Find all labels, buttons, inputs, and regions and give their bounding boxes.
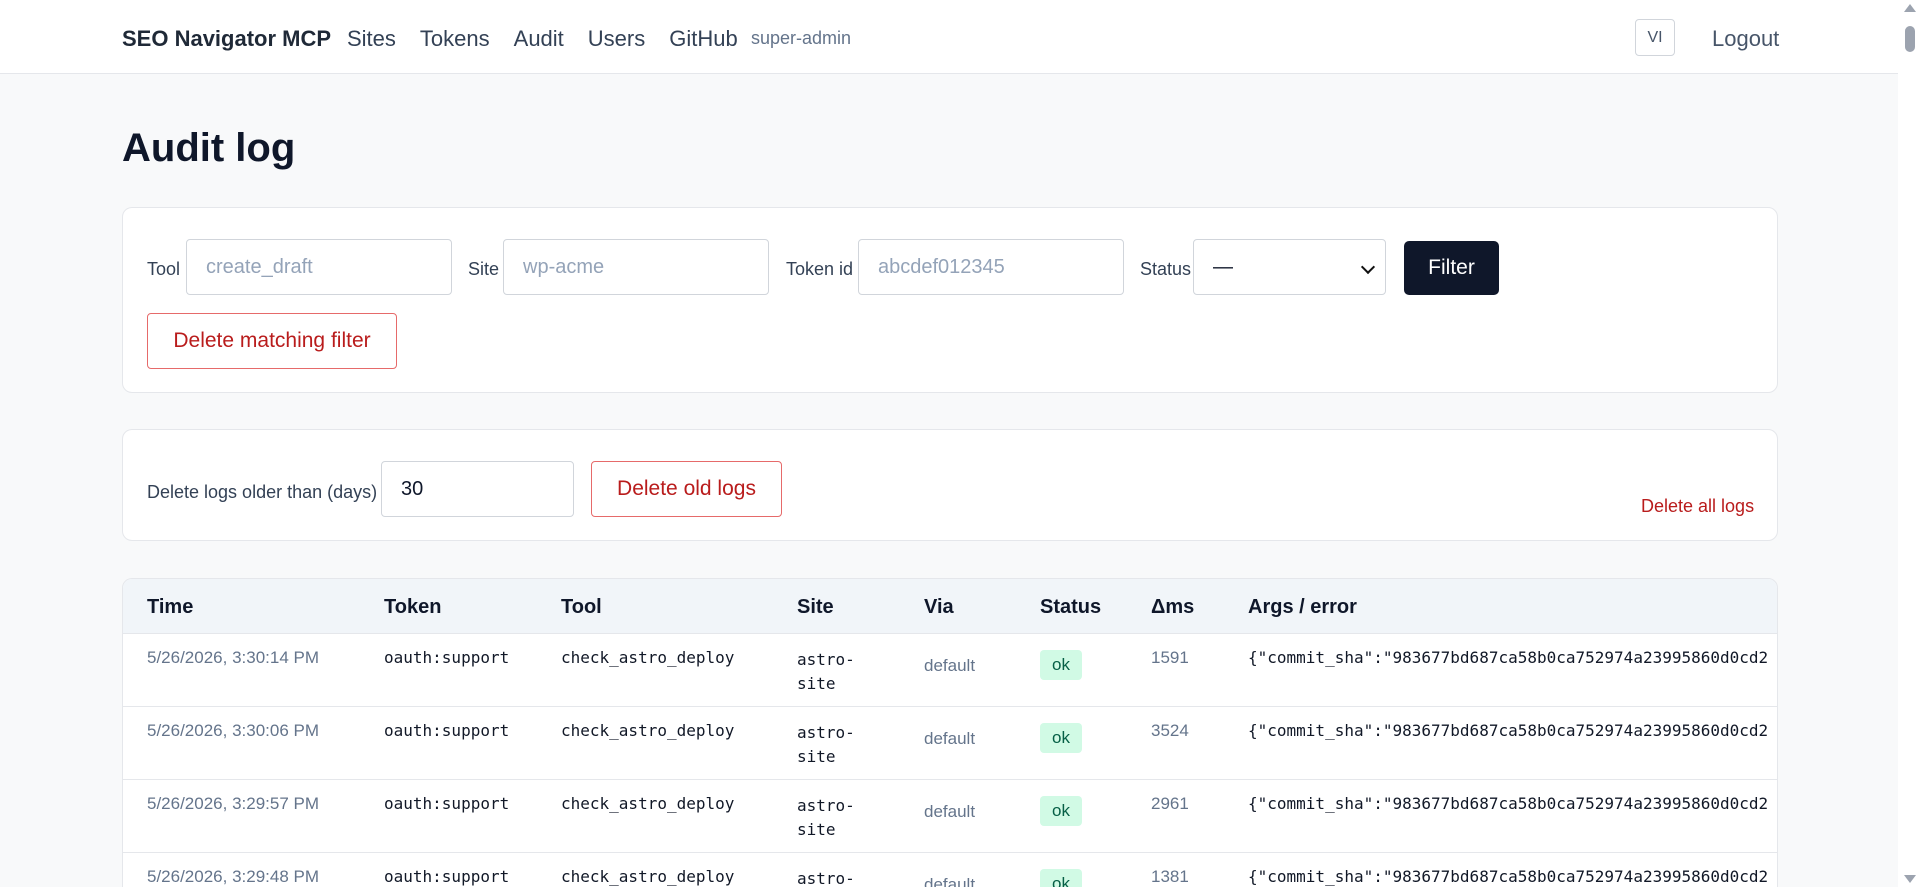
table-row: 5/26/2026, 3:30:14 PM oauth:support chec…	[123, 634, 1777, 707]
brand-link[interactable]: SEO Navigator MCP	[122, 26, 331, 52]
table-header: Time Token Tool Site Via Status Δms Args…	[123, 579, 1777, 634]
retention-card: Delete logs older than (days) 30 Delete …	[122, 429, 1778, 541]
cell-ms: 1381	[1151, 867, 1189, 886]
main-nav: Sites Tokens Audit Users GitHub	[347, 26, 738, 52]
scroll-down-arrow-icon[interactable]	[1904, 875, 1916, 883]
col-time: Time	[147, 596, 194, 618]
table-row: 5/26/2026, 3:30:06 PM oauth:support chec…	[123, 707, 1777, 780]
retention-label: Delete logs older than (days)	[147, 482, 378, 502]
audit-table: Time Token Tool Site Via Status Δms Args…	[122, 578, 1778, 887]
top-navbar: SEO Navigator MCP Sites Tokens Audit Use…	[0, 0, 1898, 74]
nav-github[interactable]: GitHub	[669, 26, 737, 52]
col-args: Args / error	[1248, 596, 1357, 618]
logout-button[interactable]: Logout	[1712, 26, 1779, 52]
status-label: Status	[1140, 259, 1192, 279]
cell-ms: 2961	[1151, 794, 1189, 813]
status-badge: ok	[1040, 796, 1082, 826]
cell-args: {"commit_sha":"983677bd687ca58b0ca752974…	[1248, 721, 1769, 740]
status-select-value: —	[1213, 255, 1233, 278]
col-token: Token	[384, 596, 442, 618]
token-id-label: Token id	[786, 259, 854, 279]
filter-button[interactable]: Filter	[1404, 241, 1499, 295]
cell-via: default	[924, 802, 976, 821]
tool-input[interactable]: create_draft	[186, 239, 452, 295]
tool-label: Tool	[147, 259, 181, 279]
cell-tool: check_astro_deploy	[561, 648, 735, 667]
cell-time: 5/26/2026, 3:29:48 PM	[147, 867, 320, 886]
table-row: 5/26/2026, 3:29:57 PM oauth:support chec…	[123, 780, 1777, 853]
table-row: 5/26/2026, 3:29:48 PM oauth:support chec…	[123, 853, 1777, 887]
col-via: Via	[924, 596, 954, 618]
site-label: Site	[468, 259, 500, 279]
cell-tool: check_astro_deploy	[561, 867, 735, 886]
site-input[interactable]: wp-acme	[503, 239, 769, 295]
delete-old-logs-button[interactable]: Delete old logs	[591, 461, 782, 517]
delete-all-logs-link[interactable]: Delete all logs	[1641, 496, 1754, 517]
language-toggle[interactable]: VI	[1635, 19, 1675, 56]
cell-tool: check_astro_deploy	[561, 721, 735, 740]
status-badge: ok	[1040, 650, 1082, 680]
chevron-down-icon	[1360, 259, 1376, 275]
cell-site: astro-site	[797, 723, 855, 766]
status-badge: ok	[1040, 723, 1082, 753]
nav-users[interactable]: Users	[588, 26, 645, 52]
cell-time: 5/26/2026, 3:30:06 PM	[147, 721, 320, 740]
col-site: Site	[797, 596, 834, 618]
cell-args: {"commit_sha":"983677bd687ca58b0ca752974…	[1248, 867, 1769, 886]
role-label: super-admin	[751, 28, 852, 48]
page-scrollbar[interactable]	[1898, 0, 1922, 887]
col-tool: Tool	[561, 596, 602, 618]
page-title: Audit log	[122, 126, 296, 170]
cell-via: default	[924, 875, 976, 887]
cell-via: default	[924, 656, 976, 675]
cell-token: oauth:support	[384, 867, 510, 886]
cell-via: default	[924, 729, 976, 748]
nav-audit[interactable]: Audit	[514, 26, 564, 52]
cell-token: oauth:support	[384, 648, 510, 667]
delete-matching-button[interactable]: Delete matching filter	[147, 313, 397, 369]
col-status: Status	[1040, 596, 1102, 618]
retention-days-input[interactable]: 30	[381, 461, 574, 517]
filter-card: Tool create_draft Site wp-acme Token id …	[122, 207, 1778, 393]
token-id-input[interactable]: abcdef012345	[858, 239, 1124, 295]
cell-site: astro-site	[797, 869, 855, 887]
scroll-thumb[interactable]	[1905, 26, 1915, 52]
scroll-up-arrow-icon[interactable]	[1904, 4, 1916, 12]
cell-time: 5/26/2026, 3:29:57 PM	[147, 794, 320, 813]
cell-ms: 3524	[1151, 721, 1189, 740]
col-ms: Δms	[1151, 596, 1195, 618]
cell-site: astro-site	[797, 796, 855, 839]
status-badge: ok	[1040, 869, 1082, 887]
cell-time: 5/26/2026, 3:30:14 PM	[147, 648, 320, 667]
cell-tool: check_astro_deploy	[561, 794, 735, 813]
nav-tokens[interactable]: Tokens	[420, 26, 490, 52]
cell-token: oauth:support	[384, 794, 510, 813]
cell-args: {"commit_sha":"983677bd687ca58b0ca752974…	[1248, 648, 1769, 667]
status-select[interactable]: —	[1193, 239, 1386, 295]
nav-sites[interactable]: Sites	[347, 26, 396, 52]
cell-token: oauth:support	[384, 721, 510, 740]
cell-ms: 1591	[1151, 648, 1189, 667]
cell-args: {"commit_sha":"983677bd687ca58b0ca752974…	[1248, 794, 1769, 813]
cell-site: astro-site	[797, 650, 855, 693]
